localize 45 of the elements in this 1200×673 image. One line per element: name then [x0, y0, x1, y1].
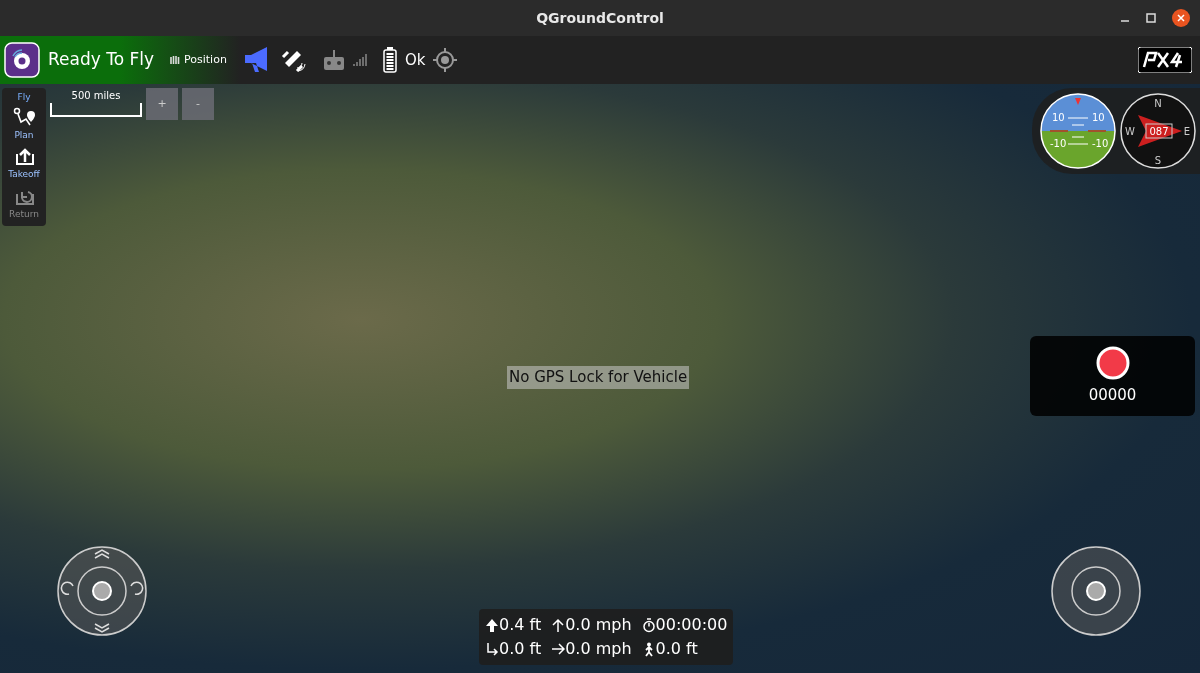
up-arrow-icon	[551, 617, 566, 633]
compass-letter: N	[1154, 98, 1162, 109]
telemetry-value: 0.4 ft	[499, 614, 542, 636]
remote-control-icon[interactable]	[322, 49, 345, 71]
zoom-button[interactable]: +	[146, 88, 178, 120]
telemetry-value: 0.0 mph	[565, 638, 632, 660]
battery-icon[interactable]	[382, 47, 397, 73]
upload-arrow-icon	[13, 146, 35, 168]
telemetry-value: 0.0 mph	[565, 614, 632, 636]
tool-strip-header: Fly	[17, 91, 31, 104]
turn-arrow-icon	[485, 641, 499, 657]
record-counter: 00000	[1088, 384, 1137, 406]
signal-strength-icon	[352, 53, 367, 67]
map-message: No GPS Lock for Vehicle	[507, 366, 690, 389]
right-arrow-icon	[551, 641, 566, 657]
zoom-button[interactable]: -	[182, 88, 214, 120]
tool-button[interactable]: Takeoff	[2, 144, 46, 184]
pitch-label: -10	[1092, 138, 1109, 149]
scale-label: 500 miles	[71, 89, 121, 103]
right-joystick[interactable]	[1051, 546, 1141, 636]
record-button[interactable]	[1095, 345, 1130, 380]
stopwatch-icon	[641, 617, 656, 633]
left-joystick[interactable]	[57, 546, 147, 636]
pitch-label: -10	[1050, 138, 1067, 149]
app-logo-icon[interactable]	[4, 42, 40, 78]
compass-letter: W	[1125, 126, 1135, 137]
mode-icon	[170, 55, 181, 65]
telemetry-value: 0.0 ft	[655, 638, 698, 660]
telemetry-value: 00:00:00	[655, 614, 728, 636]
pitch-label: 10	[1092, 112, 1105, 123]
vehicle-status[interactable]: Ready To Fly	[48, 47, 155, 73]
maximize-icon[interactable]	[1146, 13, 1156, 23]
compass-letter: S	[1154, 155, 1162, 166]
up-arrow-icon	[485, 617, 499, 633]
battery-status[interactable]: Ok	[404, 48, 426, 72]
heading-readout: 087	[1149, 126, 1169, 137]
window-title: QGroundControl	[536, 8, 664, 28]
pitch-label: 10	[1052, 112, 1065, 123]
telemetry-value: 0.0 ft	[499, 638, 542, 660]
tool-button[interactable]: Plan	[2, 104, 46, 144]
gps-target-icon[interactable]	[433, 48, 458, 72]
close-icon[interactable]	[1172, 9, 1190, 27]
compass-letter: E	[1183, 126, 1191, 137]
px4-logo-icon	[1138, 47, 1192, 73]
flight-mode[interactable]: Position	[184, 51, 227, 69]
